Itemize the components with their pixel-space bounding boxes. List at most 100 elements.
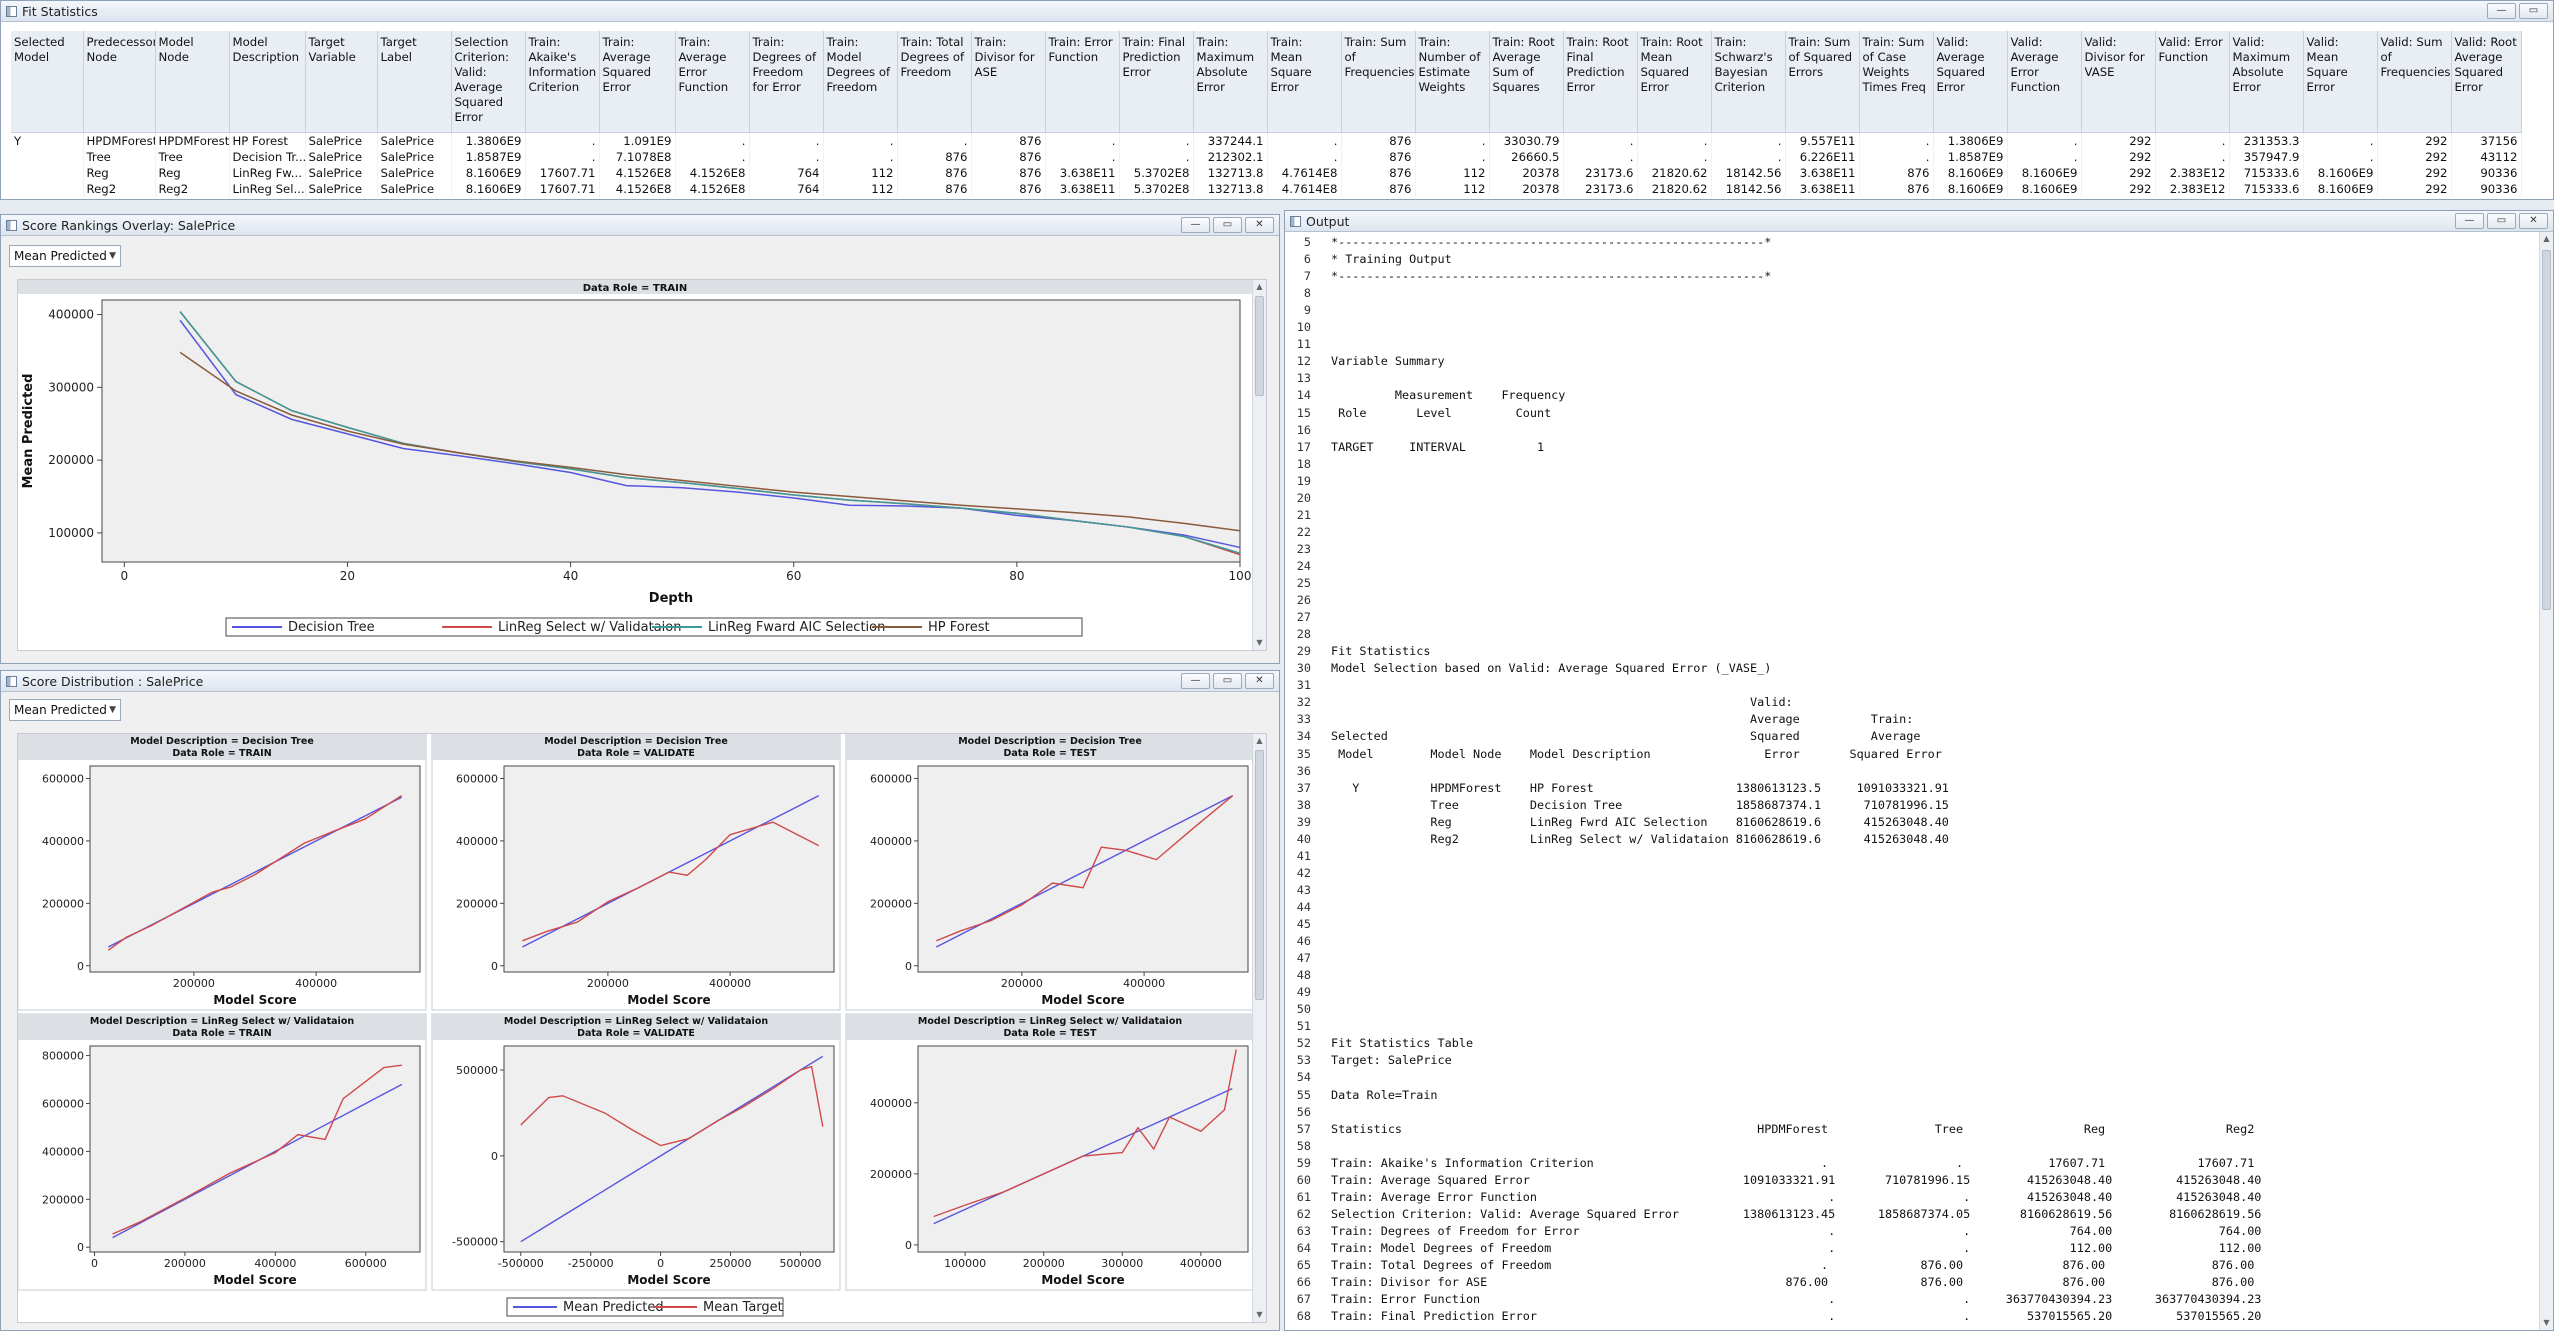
statistic-dropdown[interactable]: Mean Predicted ▼: [9, 699, 121, 721]
small-chart-title: Model Description = Decision Tree: [958, 736, 1142, 747]
scroll-up-icon[interactable]: ▲: [2540, 232, 2553, 246]
line-number: 45: [1296, 917, 1311, 931]
table-row[interactable]: Tree Tree Decision Tr... SalePrice SalePrice…: [11, 148, 2522, 165]
close-button[interactable]: ✕: [1245, 217, 1274, 233]
output-line: Model Model Node Model Description Error…: [1331, 746, 1942, 761]
column-header[interactable]: Valid: Divisor for VASE: [2081, 31, 2156, 133]
line-number: 51: [1296, 1019, 1311, 1034]
column-header[interactable]: Train: Average Error Function: [675, 31, 750, 133]
column-header[interactable]: Valid: Root Average Squared Error: [2451, 31, 2522, 133]
column-header[interactable]: Train: Maximum Absolute Error: [1193, 31, 1268, 133]
scroll-thumb[interactable]: [2542, 250, 2551, 610]
column-header[interactable]: Train: Degrees of Freedom for Error: [749, 31, 824, 133]
fit-statistics-titlebar[interactable]: Fit Statistics — ▭: [1, 1, 2553, 22]
output-text-area[interactable]: 5 6 7 8 9 10 11 12 13 14 15 16 17 18 19 20 21 22 23 24 25 26 2…: [1285, 232, 2539, 1330]
scroll-down-icon[interactable]: ▼: [1253, 1308, 1266, 1322]
score-rankings-titlebar[interactable]: Score Rankings Overlay: SalePrice — ▭ ✕: [1, 215, 1279, 236]
restore-button[interactable]: ▭: [1213, 217, 1242, 233]
restore-button[interactable]: ▭: [2487, 213, 2516, 229]
output-line: Reg2 LinReg Select w/ Validataion 816062…: [1331, 831, 1949, 846]
column-header[interactable]: Train: Divisor for ASE: [971, 31, 1046, 133]
line-number: 43: [1296, 882, 1311, 897]
table-cell: 5.3702E8: [1119, 164, 1194, 181]
x-tick-label: 250000: [710, 1257, 752, 1270]
column-header[interactable]: Train: Mean Square Error: [1267, 31, 1342, 133]
column-header[interactable]: Train: Root Final Prediction Error: [1563, 31, 1638, 133]
minimize-button[interactable]: —: [1181, 673, 1210, 689]
column-header[interactable]: Selected Model: [11, 31, 84, 133]
column-header[interactable]: Train: Root Average Sum of Squares: [1489, 31, 1564, 133]
column-header[interactable]: Valid: Error Function: [2155, 31, 2230, 133]
y-tick-label: 400000: [42, 1145, 84, 1158]
column-header[interactable]: Valid: Sum of Frequencies: [2377, 31, 2452, 133]
output-vertical-scrollbar[interactable]: ▲ ▼: [2539, 232, 2553, 1330]
line-number: 63: [1296, 1223, 1311, 1238]
column-header[interactable]: Train: Sum of Case Weights Times Freq: [1859, 31, 1934, 133]
restore-button[interactable]: ▭: [2519, 3, 2548, 19]
minimize-button[interactable]: —: [1181, 217, 1210, 233]
column-header[interactable]: Target Variable: [305, 31, 378, 133]
output-titlebar[interactable]: Output — ▭ ✕: [1285, 211, 2553, 232]
scroll-down-icon[interactable]: ▼: [1253, 636, 1266, 650]
close-button[interactable]: ✕: [2519, 213, 2548, 229]
column-header[interactable]: Model Description: [229, 31, 306, 133]
column-header[interactable]: Train: Error Function: [1045, 31, 1120, 133]
column-header[interactable]: Valid: Average Squared Error: [1933, 31, 2008, 133]
scroll-thumb[interactable]: [1255, 750, 1264, 1000]
table-cell: 7.1078E8: [599, 148, 676, 165]
line-number: 12: [1296, 354, 1311, 369]
column-header[interactable]: Train: Model Degrees of Freedom: [823, 31, 898, 133]
line-number: 65: [1296, 1258, 1311, 1272]
table-cell: 4.7614E8: [1267, 164, 1342, 181]
close-button[interactable]: ✕: [1245, 673, 1274, 689]
column-header[interactable]: Train: Root Mean Squared Error: [1637, 31, 1712, 133]
line-number: 41: [1296, 848, 1311, 863]
table-cell: 1.3806E9: [1933, 132, 2008, 149]
restore-button[interactable]: ▭: [1213, 673, 1242, 689]
column-header[interactable]: Valid: Average Error Function: [2007, 31, 2082, 133]
score-distribution-titlebar[interactable]: Score Distribution : SalePrice — ▭ ✕: [1, 671, 1279, 692]
column-header[interactable]: Train: Final Prediction Error: [1119, 31, 1194, 133]
line-number: 24: [1296, 558, 1311, 573]
column-header[interactable]: Selection Criterion: Valid: Average Squa…: [451, 31, 526, 133]
table-cell: .: [1859, 148, 1934, 165]
column-header[interactable]: Train: Average Squared Error: [599, 31, 676, 133]
column-header[interactable]: Target Label: [377, 31, 452, 133]
column-header[interactable]: Train: Total Degrees of Freedom: [897, 31, 972, 133]
column-header[interactable]: Valid: Maximum Absolute Error: [2229, 31, 2304, 133]
y-tick-label: 400000: [870, 835, 912, 848]
statistic-dropdown[interactable]: Mean Predicted ▼: [9, 245, 121, 267]
chart-vertical-scrollbar[interactable]: ▲ ▼: [1252, 734, 1266, 1322]
table-row[interactable]: Y HPDMForest HPDMForest HP Forest SalePrice S…: [11, 132, 2522, 149]
table-cell: 3.638E11: [1045, 180, 1120, 197]
y-tick-label: 0: [905, 960, 912, 973]
table-cell: .: [2007, 132, 2082, 149]
column-header[interactable]: Valid: Mean Square Error: [2303, 31, 2378, 133]
table-cell: 112: [1415, 180, 1490, 197]
column-header[interactable]: Train: Sum of Frequencies: [1341, 31, 1416, 133]
score-rankings-window: Score Rankings Overlay: SalePrice — ▭ ✕ …: [0, 214, 1280, 664]
scroll-up-icon[interactable]: ▲: [1253, 734, 1266, 748]
scroll-down-icon[interactable]: ▼: [2540, 1316, 2553, 1330]
scroll-thumb[interactable]: [1255, 296, 1264, 396]
table-cell: SalePrice: [305, 180, 378, 197]
table-cell: .: [1711, 148, 1786, 165]
table-row[interactable]: Reg Reg LinReg Fw... SalePrice SalePrice 8.16…: [11, 164, 2522, 181]
table-row[interactable]: Reg2 Reg2 LinReg Sel... SalePrice SalePrice 8…: [11, 180, 2522, 197]
table-cell: 876: [897, 164, 972, 181]
chart-vertical-scrollbar[interactable]: ▲ ▼: [1252, 280, 1266, 650]
y-tick-label: 400000: [456, 835, 498, 848]
table-cell: 8.1606E9: [451, 180, 526, 197]
column-header[interactable]: Model Node: [155, 31, 230, 133]
minimize-button[interactable]: —: [2487, 3, 2516, 19]
minimize-button[interactable]: —: [2455, 213, 2484, 229]
table-cell: 764: [749, 164, 824, 181]
column-header[interactable]: Train: Schwarz's Bayesian Criterion: [1711, 31, 1786, 133]
scroll-up-icon[interactable]: ▲: [1253, 280, 1266, 294]
column-header[interactable]: Train: Akaike's Information Criterion: [525, 31, 600, 133]
column-header[interactable]: Predecessor Node: [83, 31, 156, 133]
column-header[interactable]: Train: Sum of Squared Errors: [1785, 31, 1860, 133]
table-cell: 18142.56: [1711, 180, 1786, 197]
output-line: Tree Decision Tree 1858687374.1 71078199…: [1331, 797, 1949, 812]
column-header[interactable]: Train: Number of Estimate Weights: [1415, 31, 1490, 133]
